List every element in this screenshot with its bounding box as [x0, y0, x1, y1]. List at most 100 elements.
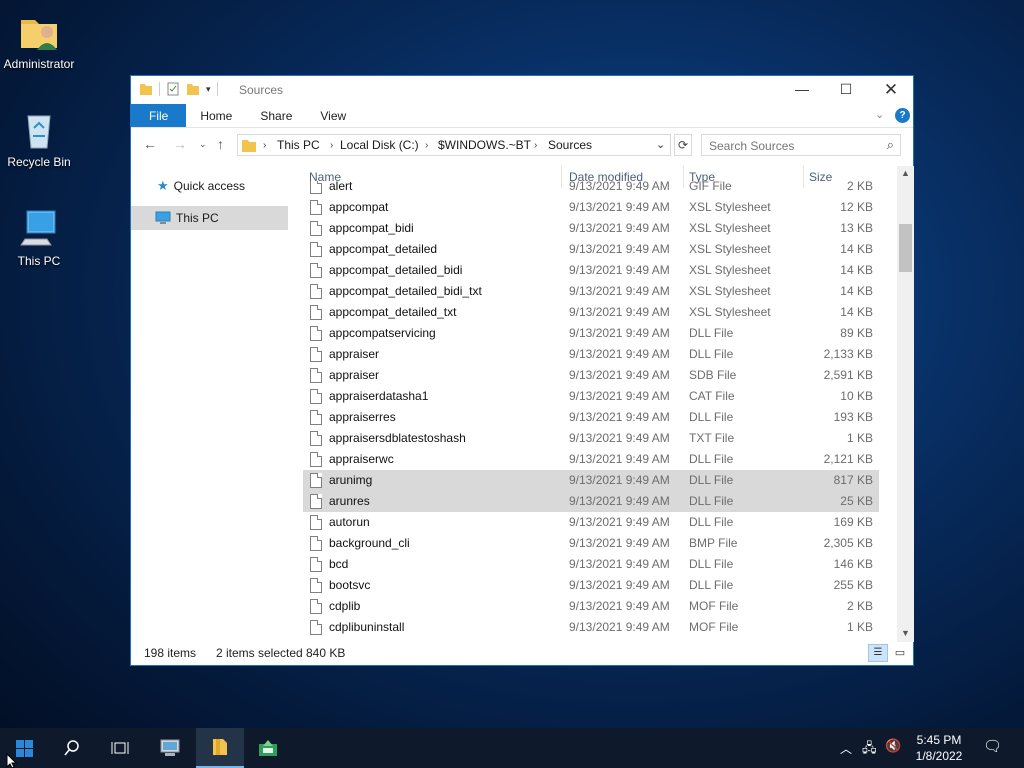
- file-type: XSL Stylesheet: [689, 200, 771, 214]
- file-type: CAT File: [689, 389, 735, 403]
- minimize-button[interactable]: —: [779, 76, 825, 104]
- file-row[interactable]: appraiserres 9/13/2021 9:49 AM DLL File 193…: [303, 407, 879, 428]
- scroll-up-icon[interactable]: ▲: [901, 168, 910, 178]
- desktop-icon-administrator[interactable]: Administrator: [0, 10, 78, 71]
- tab-view[interactable]: View: [306, 104, 360, 127]
- ribbon-tabs: File Home Share View ⌄ ?: [131, 104, 913, 128]
- file-row[interactable]: cdplibuninstall 9/13/2021 9:49 AM MOF File…: [303, 617, 879, 638]
- file-name: appcompat_detailed: [329, 242, 438, 256]
- tab-home[interactable]: Home: [186, 104, 246, 127]
- file-type: DLL File: [689, 557, 734, 571]
- refresh-icon[interactable]: ⟳: [674, 134, 692, 156]
- large-icons-view-icon[interactable]: ▭: [892, 645, 908, 661]
- breadcrumb-local-disk[interactable]: Local Disk (C:): [340, 138, 419, 152]
- close-button[interactable]: ✕: [868, 76, 914, 104]
- file-icon: [310, 284, 322, 299]
- file-row[interactable]: appraiser 9/13/2021 9:49 AM DLL File 2,133 …: [303, 344, 879, 365]
- scroll-down-icon[interactable]: ▼: [901, 628, 910, 638]
- file-row[interactable]: background_cli 9/13/2021 9:49 AM BMP File 2…: [303, 533, 879, 554]
- file-row[interactable]: bcd 9/13/2021 9:49 AM DLL File 146 KB: [303, 554, 879, 575]
- desktop-icon-this-pc[interactable]: This PC: [0, 207, 78, 268]
- tab-file[interactable]: File: [131, 104, 187, 127]
- clock[interactable]: 5:45 PM 1/8/2022: [910, 732, 968, 764]
- file-row[interactable]: appcompat_detailed_txt 9/13/2021 9:49 AM X…: [303, 302, 879, 323]
- file-size: 146 KB: [833, 557, 873, 571]
- show-hidden-icons-icon[interactable]: ︿: [840, 740, 852, 757]
- search-box[interactable]: Search Sources ⌕: [701, 134, 901, 156]
- file-row[interactable]: autorun 9/13/2021 9:49 AM DLL File 169 KB: [303, 512, 879, 533]
- task-view-icon: [111, 742, 129, 754]
- file-date-modified: 9/13/2021 9:49 AM: [569, 515, 670, 529]
- file-row[interactable]: appcompat_detailed 9/13/2021 9:49 AM XSL S…: [303, 239, 879, 260]
- status-selected-size: 840 KB: [306, 646, 346, 660]
- file-row[interactable]: appcompat_bidi 9/13/2021 9:49 AM XSL Style…: [303, 218, 879, 239]
- file-row[interactable]: appcompat 9/13/2021 9:49 AM XSL Stylesheet…: [303, 197, 879, 218]
- forward-arrow-icon[interactable]: →: [173, 136, 187, 152]
- file-row[interactable]: appcompatservicing 9/13/2021 9:49 AM DLL F…: [303, 323, 879, 344]
- breadcrumb-sources[interactable]: Sources: [548, 138, 592, 152]
- taskbar: ︿ 🖧 🔇 5:45 PM 1/8/2022 🗨: [0, 728, 1024, 768]
- file-row[interactable]: appraiser 9/13/2021 9:49 AM SDB File 2,591 …: [303, 365, 879, 386]
- taskbar-server-manager[interactable]: [146, 728, 194, 768]
- back-arrow-icon[interactable]: ←: [143, 136, 157, 152]
- file-date-modified: 9/13/2021 9:49 AM: [569, 305, 670, 319]
- desktop-icon-label: Recycle Bin: [7, 155, 71, 169]
- volume-muted-icon[interactable]: 🔇: [885, 738, 901, 754]
- search-input[interactable]: Search Sources: [709, 139, 794, 153]
- file-row[interactable]: appraiserwc 9/13/2021 9:49 AM DLL File 2,12…: [303, 449, 879, 470]
- address-dropdown-icon[interactable]: ⌄: [656, 138, 665, 151]
- new-folder-icon[interactable]: [186, 82, 200, 96]
- breadcrumb-this-pc[interactable]: This PC: [277, 138, 320, 152]
- taskbar-app[interactable]: [244, 728, 292, 768]
- file-name: cdplib: [329, 599, 361, 613]
- file-date-modified: 9/13/2021 9:49 AM: [569, 242, 670, 256]
- file-icon: [310, 263, 322, 278]
- properties-icon[interactable]: [166, 82, 180, 96]
- tab-share[interactable]: Share: [246, 104, 306, 127]
- notifications-icon[interactable]: 🗨: [983, 737, 1002, 755]
- maximize-button[interactable]: ☐: [823, 76, 869, 104]
- computer-icon: [17, 207, 61, 251]
- file-row[interactable]: appcompat_detailed_bidi 9/13/2021 9:49 AM…: [303, 260, 879, 281]
- file-icon: [310, 221, 322, 236]
- qat-dropdown-icon[interactable]: ▾: [206, 84, 211, 95]
- file-row[interactable]: cdplib 9/13/2021 9:49 AM MOF File 2 KB: [303, 596, 879, 617]
- clock-time: 5:45 PM: [916, 733, 962, 747]
- file-icon: [310, 536, 322, 551]
- file-row[interactable]: appcompat_detailed_bidi_txt 9/13/2021 9:4…: [303, 281, 879, 302]
- file-date-modified: 9/13/2021 9:49 AM: [569, 620, 670, 634]
- file-row[interactable]: appraisersdblatestoshash 9/13/2021 9:49 A…: [303, 428, 879, 449]
- file-name: cdplibuninstall: [329, 620, 405, 634]
- expand-ribbon-icon[interactable]: ⌄: [875, 108, 884, 121]
- file-row[interactable]: arunimg 9/13/2021 9:49 AM DLL File 817 KB: [303, 470, 879, 491]
- file-row[interactable]: alert 9/13/2021 9:49 AM GIF File 2 KB: [303, 181, 879, 197]
- file-row[interactable]: arunres 9/13/2021 9:49 AM DLL File 25 KB: [303, 491, 879, 512]
- file-size: 14 KB: [840, 305, 873, 319]
- taskbar-file-explorer[interactable]: [196, 728, 244, 768]
- recent-locations-icon[interactable]: ⌄: [199, 139, 207, 150]
- file-type: DLL File: [689, 578, 734, 592]
- vertical-scrollbar[interactable]: ▲ ▼: [897, 166, 914, 642]
- file-type: MOF File: [689, 599, 739, 613]
- file-row[interactable]: bootsvc 9/13/2021 9:49 AM DLL File 255 KB: [303, 575, 879, 596]
- search-button[interactable]: [48, 728, 96, 768]
- network-icon[interactable]: 🖧: [862, 739, 877, 761]
- sort-ascending-icon: ^: [428, 166, 432, 170]
- up-arrow-icon[interactable]: ↑: [217, 136, 224, 152]
- help-icon[interactable]: ?: [895, 108, 910, 123]
- file-row[interactable]: appraiserdatasha1 9/13/2021 9:49 AM CAT Fi…: [303, 386, 879, 407]
- scrollbar-thumb[interactable]: [899, 224, 912, 272]
- breadcrumb-windows-bt[interactable]: $WINDOWS.~BT: [438, 138, 531, 152]
- nav-item-label: Quick access: [173, 179, 246, 193]
- file-size: 89 KB: [840, 326, 873, 340]
- details-view-icon[interactable]: ☰: [868, 644, 888, 662]
- desktop-icon-recycle-bin[interactable]: Recycle Bin: [0, 108, 78, 169]
- nav-item-this-pc[interactable]: This PC: [131, 206, 288, 230]
- task-view-button[interactable]: [96, 728, 144, 768]
- address-bar[interactable]: › This PC › Local Disk (C:) › $WINDOWS.~…: [237, 134, 671, 156]
- file-date-modified: 9/13/2021 9:49 AM: [569, 536, 670, 550]
- status-selected-count: 2 items selected: [216, 646, 303, 660]
- file-size: 2 KB: [846, 599, 873, 613]
- file-name: appcompat: [329, 200, 389, 214]
- nav-item-quick-access[interactable]: ★ Quick access: [131, 174, 288, 198]
